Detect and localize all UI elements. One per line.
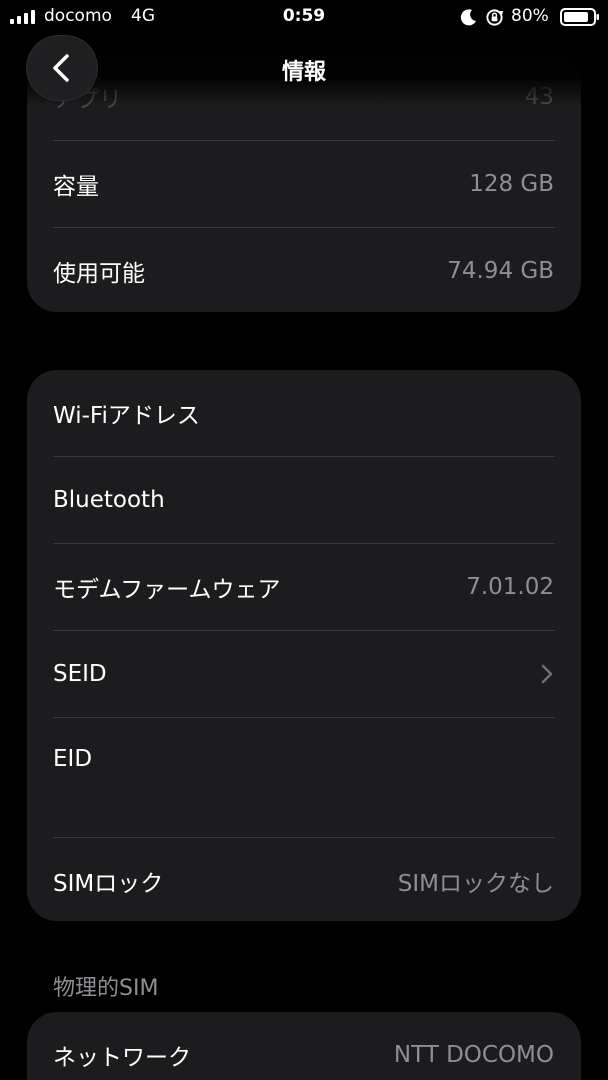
- row-label: モデムファームウェア: [53, 577, 281, 603]
- moon-icon: [460, 9, 476, 26]
- list-row-available: 使用可能 74.94 GB: [27, 228, 581, 312]
- list-row-modem-firmware[interactable]: モデムファームウェア 7.01.02: [27, 544, 581, 630]
- row-label: SIMロック: [53, 871, 164, 897]
- physical-sim-group: ネットワーク NTT DOCOMO: [27, 1012, 581, 1080]
- battery-icon: [560, 8, 599, 26]
- list-row-network[interactable]: ネットワーク NTT DOCOMO: [27, 1012, 581, 1080]
- row-value: NTT DOCOMO: [393, 1042, 554, 1068]
- chevron-right-icon: [541, 664, 553, 684]
- rotation-lock-icon: [486, 9, 504, 26]
- row-label: SEID: [53, 661, 107, 687]
- row-value: 7.01.02: [466, 574, 554, 600]
- network-info-group: Wi-Fiアドレス Bluetooth モデムファームウェア 7.01.02 S…: [27, 370, 581, 921]
- list-row-sim-lock[interactable]: SIMロック SIMロックなし: [27, 838, 581, 921]
- list-row-bluetooth[interactable]: Bluetooth: [27, 457, 581, 543]
- row-value: 74.94 GB: [447, 258, 554, 284]
- list-row-eid[interactable]: EID: [27, 718, 581, 837]
- list-row-capacity: 容量 128 GB: [27, 141, 581, 227]
- row-label: EID: [53, 746, 93, 772]
- row-label: Bluetooth: [53, 487, 165, 513]
- page-title: 情報: [281, 60, 326, 85]
- section-header-physical-sim: 物理的SIM: [53, 976, 159, 1001]
- battery-percentage: 80%: [511, 6, 549, 26]
- status-bar: docomo 4G 0:59 80%: [0, 0, 608, 36]
- about-screen: docomo 4G 0:59 80% 情報 アプリ 43: [0, 0, 608, 1080]
- row-label: Wi-Fiアドレス: [53, 403, 200, 429]
- list-row-seid[interactable]: SEID: [27, 631, 581, 717]
- row-value: SIMロックなし: [397, 871, 554, 897]
- list-row-wifi-address[interactable]: Wi-Fiアドレス: [27, 370, 581, 456]
- row-value: 128 GB: [469, 171, 554, 197]
- row-label: ネットワーク: [53, 1045, 191, 1071]
- row-label: 容量: [53, 174, 99, 200]
- row-label: 使用可能: [53, 261, 145, 287]
- navigation-bar: 情報: [0, 36, 608, 106]
